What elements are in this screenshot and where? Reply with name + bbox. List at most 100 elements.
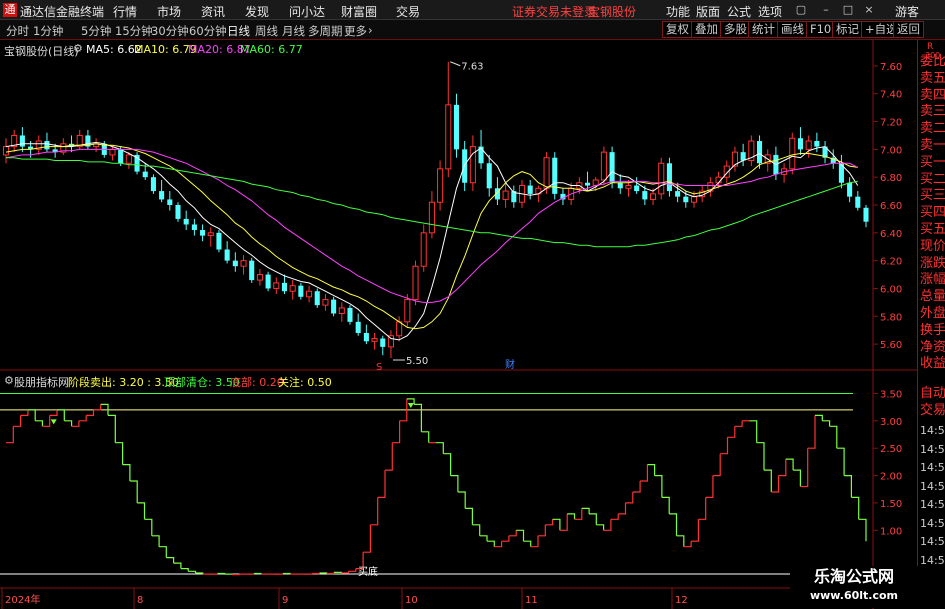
panel-tab-10[interactable]: 买五 xyxy=(920,222,945,238)
menu-item-market[interactable]: 行情 xyxy=(113,3,137,20)
menu-item-discover[interactable]: 发现 xyxy=(245,3,269,20)
overlay-button[interactable]: 叠加 xyxy=(691,21,722,38)
back-button[interactable]: 返回 xyxy=(893,21,924,38)
period-tab-30min[interactable]: 30分钟 xyxy=(151,23,189,39)
menu-formula[interactable]: 公式 xyxy=(727,3,751,20)
date-tick-label: 12 xyxy=(675,595,688,606)
finance-marker[interactable]: 财 xyxy=(505,358,515,371)
candle-body xyxy=(650,193,657,200)
draw-button[interactable]: 画线 xyxy=(777,21,808,38)
panel-time-7: 14:56 xyxy=(920,553,945,567)
period-tab-1min[interactable]: 1分钟 xyxy=(33,23,63,39)
indicator-segment xyxy=(465,507,473,525)
indicator-segment xyxy=(596,524,605,531)
panel-trade-tab[interactable]: 交易 xyxy=(920,403,945,419)
panel-auto-tab[interactable]: 自动 xyxy=(920,386,945,402)
indicator-segment xyxy=(516,529,525,542)
indicator-settings-icon[interactable]: ⚙ xyxy=(4,374,14,387)
panel-tab-9[interactable]: 买四 xyxy=(920,205,945,221)
login-notice[interactable]: 证券交易未登录 xyxy=(512,3,596,20)
panel-tab-12[interactable]: 涨跌 xyxy=(920,256,945,272)
settings-icon[interactable]: ⚙ xyxy=(73,42,83,55)
indicator-segment xyxy=(6,426,14,444)
panel-tab-1[interactable]: 卖五 xyxy=(920,71,945,87)
guest-label[interactable]: 游客 xyxy=(895,3,919,20)
multi-stock-button[interactable]: 多股 xyxy=(720,21,751,38)
panel-tab-3[interactable]: 卖三 xyxy=(920,104,945,120)
indicator-segment xyxy=(618,502,627,515)
period-tab-60min[interactable]: 60分钟 xyxy=(189,23,227,39)
indicator-segment xyxy=(253,572,262,575)
panel-tab-7[interactable]: 买二 xyxy=(920,172,945,188)
candle-body xyxy=(584,182,591,186)
candle-body xyxy=(2,146,10,156)
indicator-segment xyxy=(392,420,401,444)
candle-body xyxy=(847,182,853,197)
f10-button[interactable]: F10 xyxy=(806,21,836,38)
period-tab-multi[interactable]: 多周期 xyxy=(308,23,343,39)
candle-body xyxy=(502,190,509,200)
app-title: 通达信金融终端 xyxy=(20,5,105,19)
bell-icon[interactable]: ▢ xyxy=(795,4,807,16)
panel-tab-16[interactable]: 换手 xyxy=(920,323,945,339)
panel-tab-0[interactable]: 委比 xyxy=(920,54,945,70)
menu-item-ask[interactable]: 问小达 xyxy=(289,3,325,20)
candle-body xyxy=(625,185,632,189)
indicator-segment xyxy=(334,571,342,574)
candle-body xyxy=(740,152,746,161)
indicator-segment xyxy=(326,572,335,575)
indicator-segment xyxy=(756,442,765,471)
indicator-segment xyxy=(436,442,444,454)
panel-tab-15[interactable]: 外盘 xyxy=(920,306,945,322)
panel-tab-11[interactable]: 现价 xyxy=(920,239,945,255)
period-tab-monthly[interactable]: 月线 xyxy=(282,23,305,39)
indicator-segment xyxy=(217,572,226,575)
panel-tab-5[interactable]: 卖一 xyxy=(920,138,945,154)
menu-item-wealth[interactable]: 财富圈 xyxy=(341,3,377,20)
period-tab-5min[interactable]: 5分钟 xyxy=(81,23,111,39)
indicator-segment xyxy=(581,507,590,514)
menu-function[interactable]: 功能 xyxy=(666,3,690,20)
period-tab-timeshare[interactable]: 分时 xyxy=(6,23,29,39)
date-tick-label: 11 xyxy=(525,595,538,606)
panel-tab-4[interactable]: 卖二 xyxy=(920,121,945,137)
candle-body xyxy=(109,148,116,156)
minimize-icon[interactable]: – xyxy=(820,4,832,16)
indicator-segment xyxy=(858,518,867,542)
candle-body xyxy=(207,232,214,237)
panel-tab-2[interactable]: 卖四 xyxy=(920,88,945,104)
menu-item-market2[interactable]: 市场 xyxy=(157,3,181,20)
price-tick-label: 6.20 xyxy=(880,257,902,268)
indicator-axis: 3.50 3.00 2.50 2.00 1.50 1.00 xyxy=(873,389,902,537)
indicator-segment xyxy=(180,567,189,572)
period-tab-weekly[interactable]: 周线 xyxy=(255,23,278,39)
mark-button[interactable]: 标记 xyxy=(832,21,863,38)
panel-tab-6[interactable]: 买一 xyxy=(920,155,945,171)
price-tick-label: 7.20 xyxy=(880,118,902,129)
chevron-right-icon[interactable]: › xyxy=(368,23,373,37)
indicator-segment xyxy=(151,535,160,547)
panel-tab-17[interactable]: 净资 xyxy=(920,340,945,356)
period-tab-more[interactable]: 更多 xyxy=(344,23,367,39)
menu-layout[interactable]: 版面 xyxy=(696,3,720,20)
menu-item-trade[interactable]: 交易 xyxy=(396,3,420,20)
candle-body xyxy=(159,191,165,200)
ma-line-ma5 xyxy=(5,141,859,341)
maximize-icon[interactable]: □ xyxy=(842,4,854,16)
kline-chart[interactable]: 7.60 7.40 7.20 7.00 6.80 6.60 6.40 6.20 6.00 5.80… xyxy=(0,40,917,609)
indicator-segment xyxy=(188,570,197,573)
panel-tab-14[interactable]: 总量 xyxy=(920,289,945,305)
period-tab-daily[interactable]: 日线 xyxy=(227,23,250,39)
panel-tab-18[interactable]: 收益 xyxy=(920,356,945,372)
indicator-segment xyxy=(720,437,729,455)
panel-tab-13[interactable]: 涨幅 xyxy=(920,272,945,288)
stats-button[interactable]: 统计 xyxy=(748,21,779,38)
close-icon[interactable]: × xyxy=(863,4,875,16)
menu-options[interactable]: 选项 xyxy=(758,3,782,20)
adjust-button[interactable]: 复权 xyxy=(662,21,693,38)
menu-item-news[interactable]: 资讯 xyxy=(201,3,225,20)
indicator-segment xyxy=(312,572,320,575)
indicator-segment xyxy=(538,524,546,537)
panel-tab-8[interactable]: 买三 xyxy=(920,188,945,204)
period-tab-15min[interactable]: 15分钟 xyxy=(115,23,153,39)
